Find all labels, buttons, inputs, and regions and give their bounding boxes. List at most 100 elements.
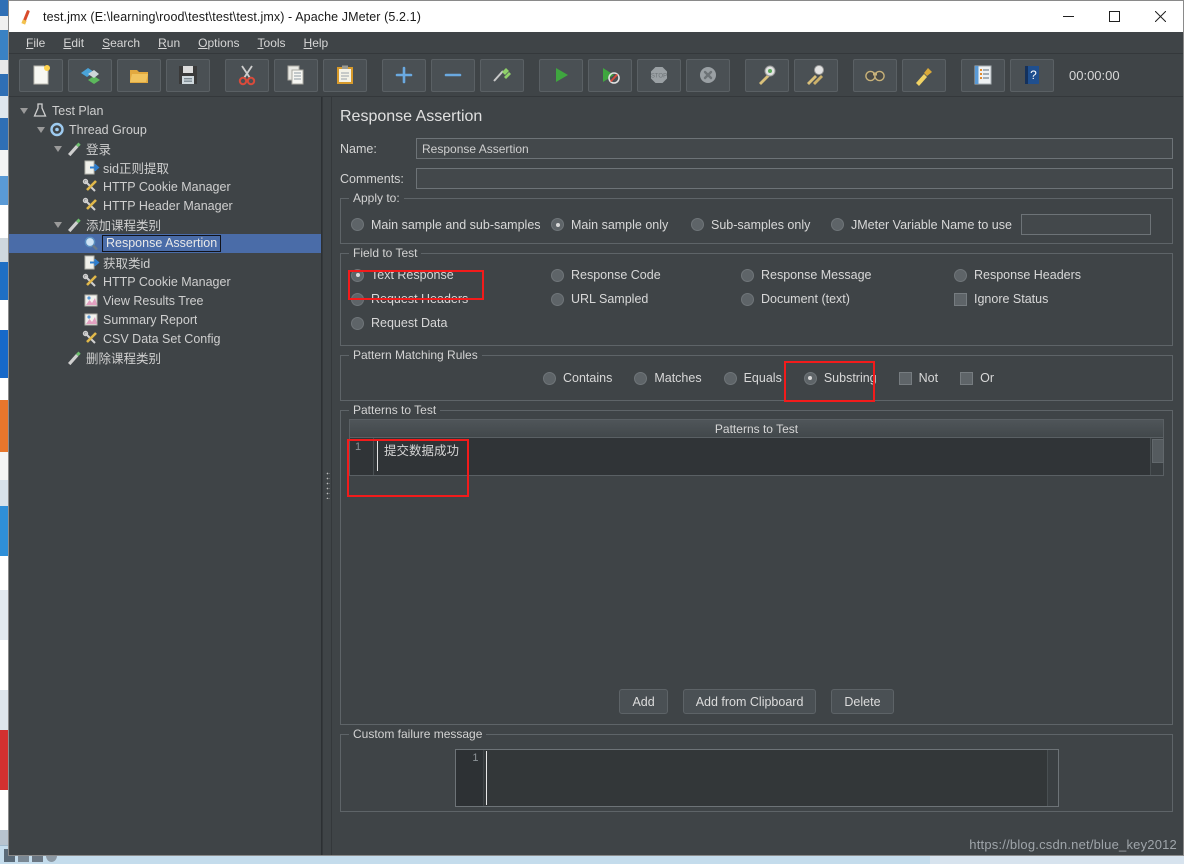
jmeter-app-icon bbox=[19, 9, 35, 25]
expand-collapse-icon[interactable] bbox=[51, 221, 65, 228]
tree-item-7[interactable]: Response Assertion bbox=[9, 234, 321, 253]
option-label: Equals bbox=[743, 371, 782, 385]
custom-failure-editor[interactable]: 1 bbox=[454, 749, 1059, 807]
radio-main-only[interactable]: Main sample only bbox=[551, 218, 691, 232]
save-icon[interactable] bbox=[166, 58, 210, 92]
test-plan-tree[interactable]: Test Plan Thread Group 登录 sid正则提取 HTTP Cooki… bbox=[9, 97, 322, 855]
radio-document-text[interactable]: Document (text) bbox=[741, 292, 954, 306]
editor-scrollbar[interactable] bbox=[1046, 750, 1058, 806]
radio-response-message[interactable]: Response Message bbox=[741, 268, 954, 282]
start-icon[interactable] bbox=[539, 58, 583, 92]
radio-jmeter-variable[interactable]: JMeter Variable Name to use bbox=[831, 218, 1021, 232]
tree-item-10[interactable]: View Results Tree bbox=[9, 291, 321, 310]
patterns-table-scrollbar[interactable] bbox=[1150, 438, 1164, 475]
paste-icon[interactable] bbox=[323, 58, 367, 92]
tree-item-2[interactable]: 登录 bbox=[9, 139, 321, 158]
radio-indicator bbox=[551, 292, 564, 306]
name-row: Name: bbox=[340, 138, 1173, 159]
expand-icon[interactable] bbox=[382, 58, 426, 92]
text-caret bbox=[377, 439, 378, 471]
menu-file[interactable]: File bbox=[17, 34, 54, 52]
reset-search-icon[interactable] bbox=[902, 58, 946, 92]
radio-request-headers[interactable]: Request Headers bbox=[351, 292, 551, 306]
checkbox-indicator bbox=[898, 371, 912, 385]
radio-substring[interactable]: Substring bbox=[803, 371, 877, 385]
tree-item-6[interactable]: 添加课程类别 bbox=[9, 215, 321, 234]
radio-sub-only[interactable]: Sub-samples only bbox=[691, 218, 831, 232]
checkbox-ignore-status[interactable]: Ignore Status bbox=[954, 292, 1048, 306]
radio-response-headers[interactable]: Response Headers bbox=[954, 268, 1081, 282]
menu-run[interactable]: Run bbox=[149, 34, 189, 52]
tree-item-0[interactable]: Test Plan bbox=[9, 101, 321, 120]
menu-tools[interactable]: Tools bbox=[249, 34, 295, 52]
tree-item-4[interactable]: HTTP Cookie Manager bbox=[9, 177, 321, 196]
tree-item-11[interactable]: Summary Report bbox=[9, 310, 321, 329]
comments-input[interactable] bbox=[416, 168, 1173, 189]
menu-edit[interactable]: Edit bbox=[54, 34, 93, 52]
minimize-button[interactable] bbox=[1045, 1, 1091, 32]
menu-options[interactable]: Options bbox=[189, 34, 248, 52]
elapsed-timer: 00:00:00 bbox=[1069, 67, 1120, 83]
radio-text-response[interactable]: Text Response bbox=[351, 268, 551, 282]
editor-text-area[interactable] bbox=[483, 750, 1047, 806]
expand-collapse-icon[interactable] bbox=[51, 145, 65, 152]
expand-collapse-icon[interactable] bbox=[17, 107, 31, 114]
radio-request-data[interactable]: Request Data bbox=[351, 316, 551, 330]
open-icon[interactable] bbox=[117, 58, 161, 92]
close-button[interactable] bbox=[1137, 1, 1183, 32]
splitter-handle[interactable] bbox=[326, 471, 330, 499]
help-icon[interactable]: ? bbox=[1010, 58, 1054, 92]
delete-button[interactable]: Delete bbox=[831, 689, 894, 714]
patterns-table-body[interactable]: 1 提交数据成功 bbox=[349, 438, 1164, 476]
option-label: Response Code bbox=[571, 268, 661, 282]
tree-item-3[interactable]: sid正则提取 bbox=[9, 158, 321, 177]
clear-all-icon[interactable] bbox=[794, 58, 838, 92]
panel-splitter[interactable] bbox=[322, 97, 332, 855]
templates-icon[interactable] bbox=[68, 58, 112, 92]
radio-equals[interactable]: Equals bbox=[723, 371, 782, 385]
menu-file-rest: ile bbox=[33, 35, 46, 50]
menu-help[interactable]: Help bbox=[295, 34, 338, 52]
expand-collapse-icon[interactable] bbox=[34, 126, 48, 133]
checkbox-or[interactable]: Or bbox=[960, 371, 994, 385]
editor-line-number: 1 bbox=[455, 750, 484, 806]
tree-item-label: HTTP Cookie Manager bbox=[103, 274, 231, 289]
menu-options-rest: ptions bbox=[207, 35, 240, 50]
clear-icon[interactable] bbox=[745, 58, 789, 92]
radio-contains[interactable]: Contains bbox=[543, 371, 612, 385]
radio-main-and-sub[interactable]: Main sample and sub-samples bbox=[351, 218, 551, 232]
tree-item-13[interactable]: 删除课程类别 bbox=[9, 348, 321, 367]
toggle-icon[interactable] bbox=[480, 58, 524, 92]
search-icon[interactable] bbox=[853, 58, 897, 92]
tree-item-12[interactable]: CSV Data Set Config bbox=[9, 329, 321, 348]
add-from-clipboard-button[interactable]: Add from Clipboard bbox=[682, 689, 817, 714]
start-no-timers-icon[interactable] bbox=[588, 58, 632, 92]
tree-item-5[interactable]: HTTP Header Manager bbox=[9, 196, 321, 215]
radio-response-code[interactable]: Response Code bbox=[551, 268, 741, 282]
option-label: Contains bbox=[563, 371, 613, 385]
pattern-cell-editor[interactable]: 提交数据成功 bbox=[374, 438, 1150, 475]
toolbar-separator bbox=[529, 59, 539, 92]
new-icon[interactable] bbox=[19, 58, 63, 92]
radio-url-sampled[interactable]: URL Sampled bbox=[551, 292, 741, 306]
radio-indicator bbox=[634, 371, 648, 385]
tree-item-9[interactable]: HTTP Cookie Manager bbox=[9, 272, 321, 291]
collapse-icon[interactable] bbox=[431, 58, 475, 92]
radio-matches[interactable]: Matches bbox=[634, 371, 702, 385]
tree-item-1[interactable]: Thread Group bbox=[9, 120, 321, 139]
tree-item-8[interactable]: 获取类id bbox=[9, 253, 321, 272]
maximize-button[interactable] bbox=[1091, 1, 1137, 32]
add-button[interactable]: Add bbox=[619, 689, 668, 714]
option-label: Response Message bbox=[761, 268, 872, 282]
shutdown-icon[interactable] bbox=[686, 58, 730, 92]
copy-icon[interactable] bbox=[274, 58, 318, 92]
checkbox-not[interactable]: Not bbox=[898, 371, 938, 385]
cut-icon[interactable] bbox=[225, 58, 269, 92]
jmeter-variable-input[interactable] bbox=[1021, 214, 1151, 235]
stop-icon[interactable]: STOP bbox=[637, 58, 681, 92]
name-input[interactable] bbox=[416, 138, 1173, 159]
option-label: Matches bbox=[654, 371, 702, 385]
checkbox-indicator bbox=[954, 292, 967, 306]
menu-search[interactable]: Search bbox=[93, 34, 149, 52]
function-helper-icon[interactable] bbox=[961, 58, 1005, 92]
